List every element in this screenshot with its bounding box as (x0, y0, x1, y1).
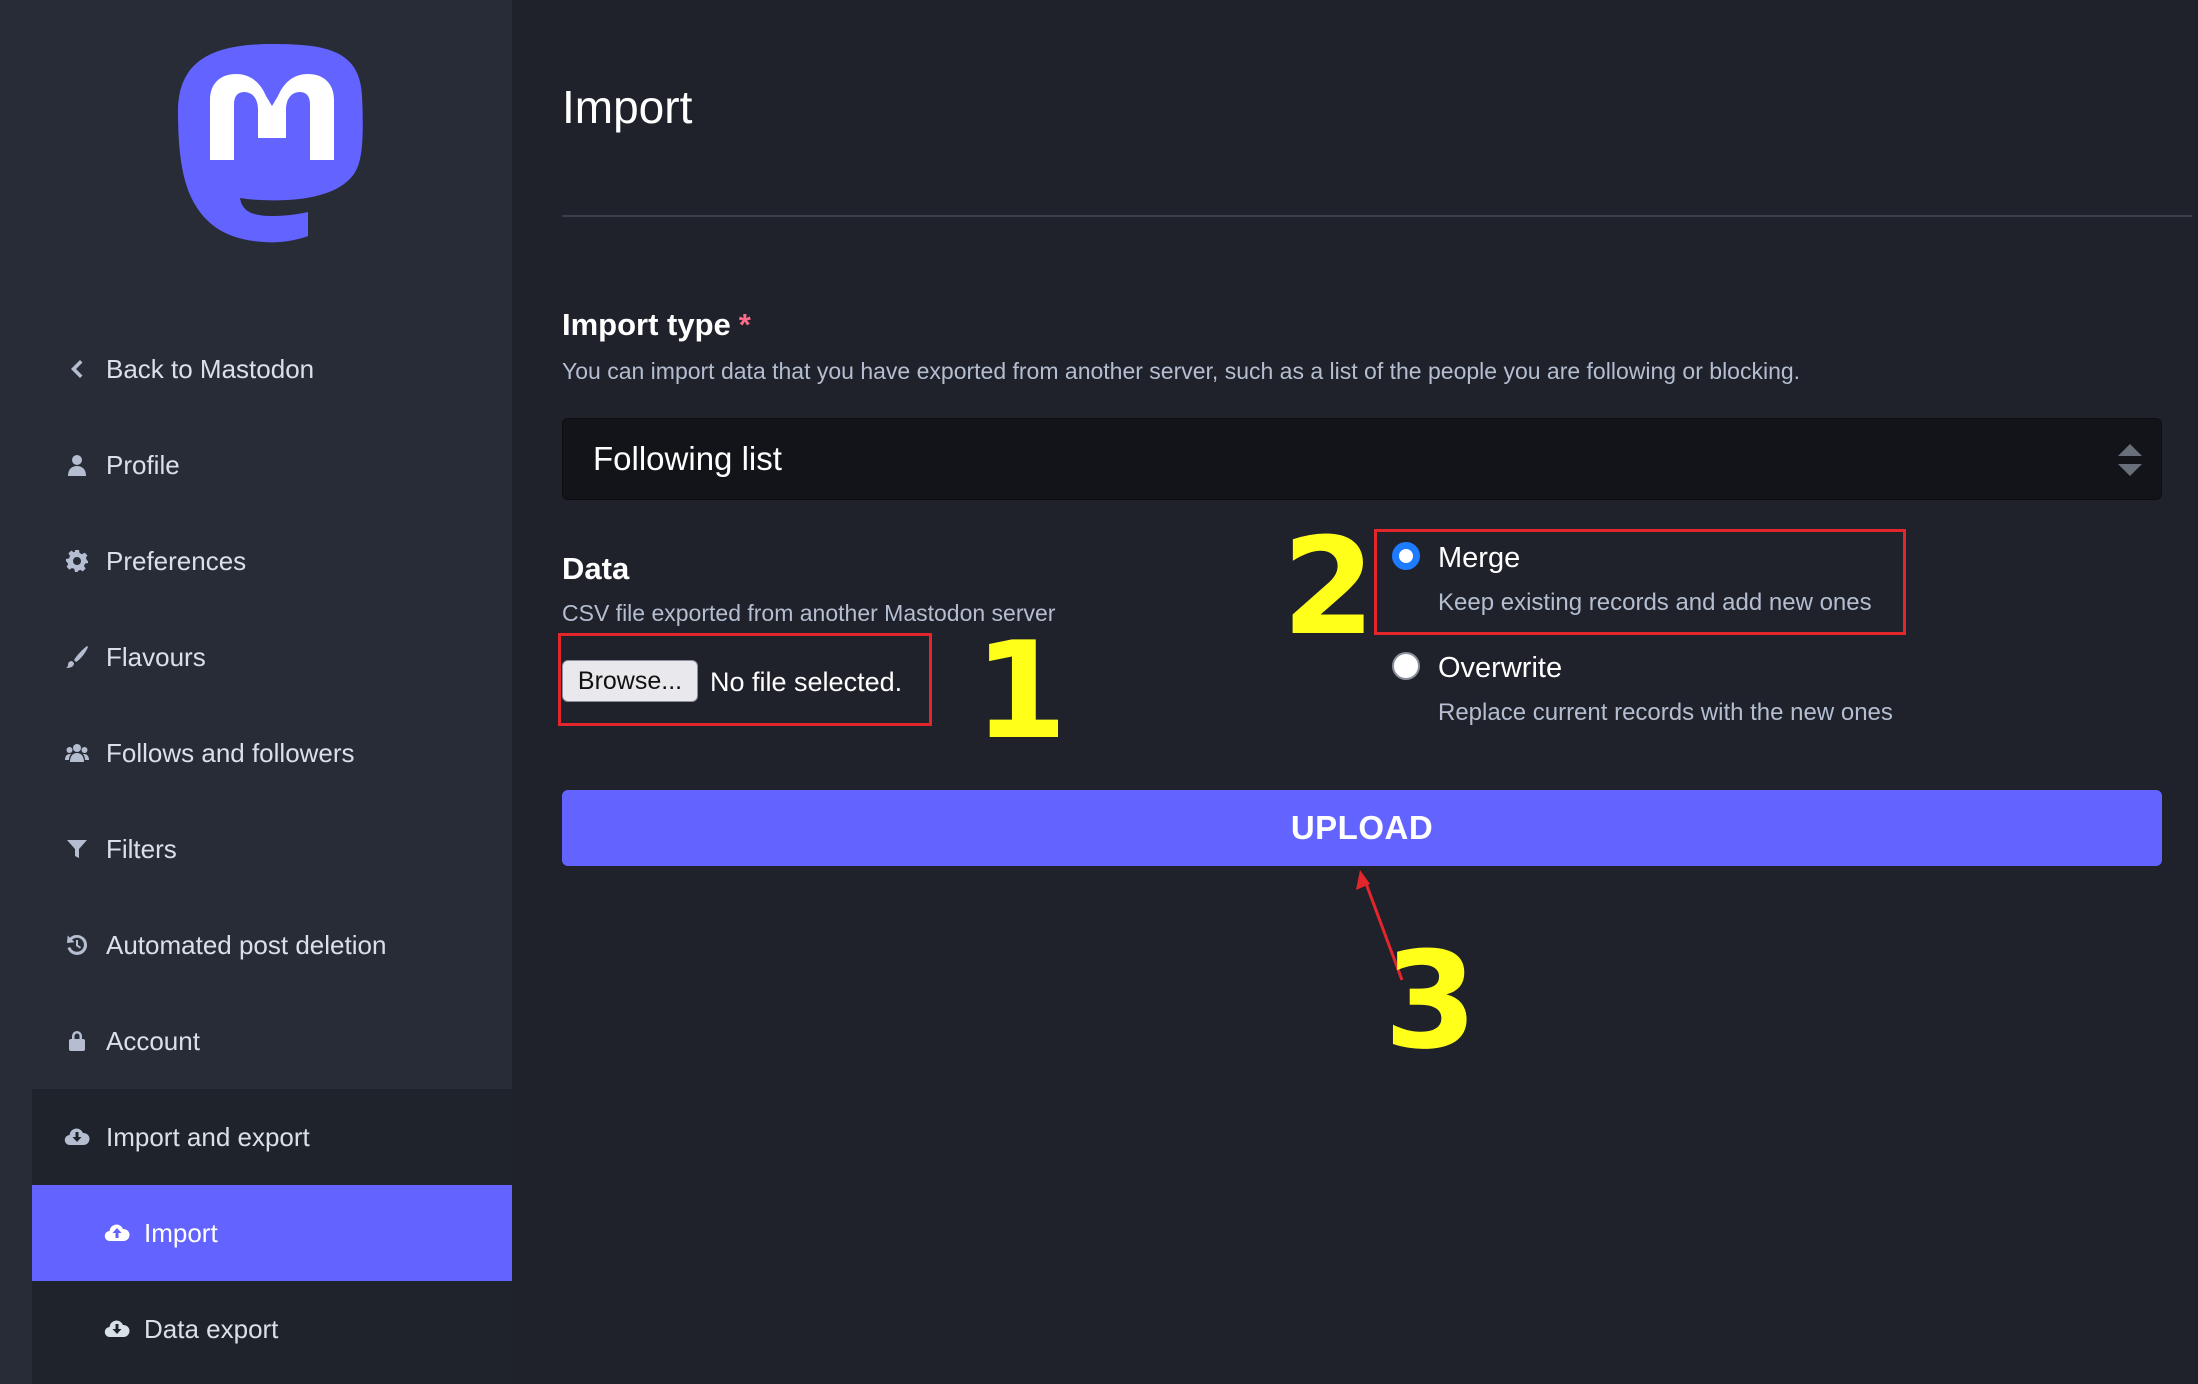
overwrite-hint: Replace current records with the new one… (1438, 699, 1893, 726)
cloud-download-icon (64, 1124, 90, 1150)
user-icon (64, 452, 90, 478)
annotation-step-3: 3 (1384, 923, 1478, 1079)
merge-radio[interactable] (1392, 542, 1420, 570)
sidebar-item-filters[interactable]: Filters (0, 801, 512, 897)
sidebar-item-import[interactable]: Import (32, 1185, 512, 1281)
import-type-hint: You can import data that you have export… (562, 358, 1801, 384)
sidebar-item-label: Data export (144, 1313, 279, 1344)
sidebar-item-import-and-export[interactable]: Import and export (32, 1089, 512, 1185)
required-mark: * (738, 307, 751, 342)
cloud-download-icon (104, 1316, 130, 1342)
import-type-label-text: Import type (562, 307, 731, 342)
overwrite-radio[interactable] (1392, 652, 1420, 680)
sidebar-item-label: Account (106, 1025, 200, 1056)
annotation-step-1: 1 (974, 613, 1068, 769)
users-icon (64, 740, 90, 766)
browse-button[interactable]: Browse... (562, 660, 698, 702)
lock-icon (64, 1028, 90, 1054)
import-type-select[interactable]: Following list (562, 418, 2162, 500)
sidebar-item-account[interactable]: Account (0, 993, 512, 1089)
paintbrush-icon (64, 644, 90, 670)
merge-hint: Keep existing records and add new ones (1438, 589, 1872, 616)
sidebar-item-preferences[interactable]: Preferences (0, 513, 512, 609)
sidebar-item-back-to-mastodon[interactable]: Back to Mastodon (0, 321, 512, 417)
mastodon-logo-icon[interactable] (176, 40, 368, 244)
sidebar-item-label: Import and export (106, 1121, 310, 1152)
sidebar-item-follows-and-followers[interactable]: Follows and followers (0, 705, 512, 801)
sidebar-item-profile[interactable]: Profile (0, 417, 512, 513)
annotation-step-2: 2 (1282, 509, 1376, 665)
data-label: Data (562, 551, 630, 586)
history-icon (64, 932, 90, 958)
sidebar: Back to Mastodon Profile Preferences Fla… (0, 0, 512, 1384)
cloud-upload-icon (104, 1220, 130, 1246)
sidebar-item-label: Back to Mastodon (106, 353, 315, 384)
sidebar-item-data-export[interactable]: Data export (32, 1281, 512, 1377)
sidebar-item-automated-post-deletion[interactable]: Automated post deletion (0, 897, 512, 993)
page-title: Import (562, 81, 693, 133)
sidebar-item-label: Import (144, 1217, 218, 1248)
sidebar-item-label: Preferences (106, 545, 247, 576)
filter-icon (64, 836, 90, 862)
sidebar-item-label: Filters (106, 833, 177, 864)
merge-label: Merge (1438, 542, 1521, 574)
file-status: No file selected. (710, 667, 903, 697)
sidebar-item-flavours[interactable]: Flavours (0, 609, 512, 705)
divider (562, 215, 2192, 217)
import-type-selected-value: Following list (593, 440, 782, 477)
sidebar-item-label: Flavours (106, 641, 206, 672)
sidebar-item-label: Automated post deletion (106, 929, 387, 960)
chevron-left-icon (64, 356, 90, 382)
select-arrows-icon (2118, 444, 2142, 476)
import-type-label: Import type * (562, 307, 751, 343)
gear-icon (64, 548, 90, 574)
sidebar-item-label: Profile (106, 449, 180, 480)
main-content: Import Import type * You can import data … (558, 0, 2198, 1384)
overwrite-label: Overwrite (1438, 652, 1563, 684)
sidebar-item-label: Follows and followers (106, 737, 355, 768)
upload-button[interactable]: UPLOAD (562, 790, 2162, 866)
